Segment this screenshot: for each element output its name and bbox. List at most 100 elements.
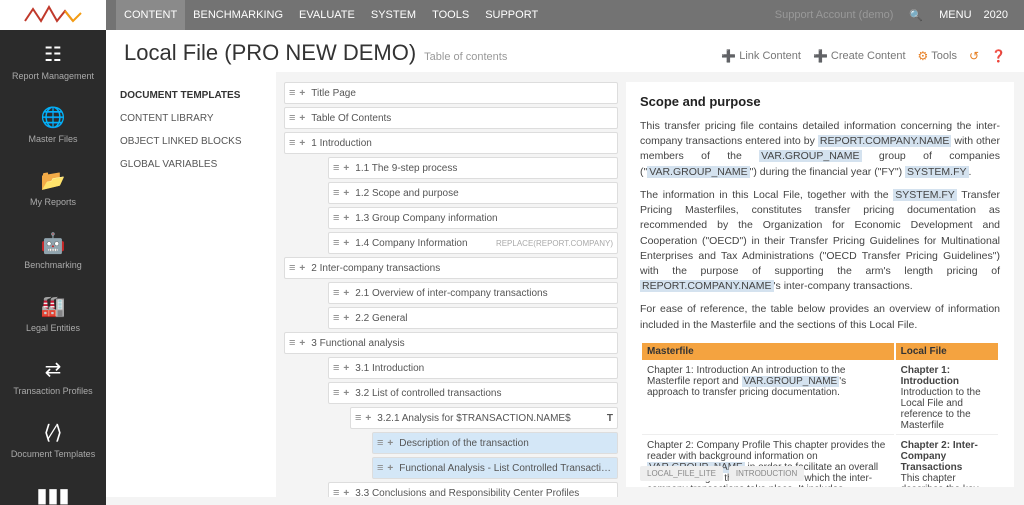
drag-handle-icon[interactable]: ≡ (289, 112, 295, 124)
tree-row[interactable]: ≡+3.2.1 Analysis for $TRANSACTION.NAME$T (350, 407, 618, 429)
tree-row[interactable]: ≡+Functional Analysis - List Controlled … (372, 457, 618, 479)
tree-row[interactable]: ≡ +2.1 Overview of inter-company transact… (328, 282, 618, 304)
tree-row[interactable]: ≡+2.2 General (328, 307, 618, 329)
page-subtitle: Table of contents (424, 51, 507, 63)
sidebar-item-document-templates[interactable]: ⟨∕⟩Document Templates (0, 408, 106, 471)
tree-row[interactable]: ≡+3.1 Introduction (328, 357, 618, 379)
sidebar-item-legal-entities[interactable]: 🏭Legal Entities (0, 282, 106, 345)
drag-handle-icon[interactable]: ≡ (333, 362, 339, 374)
drag-handle-icon[interactable]: ≡ (377, 462, 383, 474)
sidebar-item-master-files[interactable]: 🌐Master Files (0, 93, 106, 156)
tree-row[interactable]: ≡ +1.2 Scope and purpose (328, 182, 618, 204)
nav-evaluate[interactable]: EVALUATE (291, 0, 363, 30)
drag-handle-icon[interactable]: ≡ (289, 337, 295, 349)
leftnav-content-library[interactable]: CONTENT LIBRARY (120, 107, 262, 130)
sidebar-item-last[interactable]: ▮▮▮ (0, 471, 106, 505)
drag-handle-icon[interactable]: ≡ (289, 137, 295, 149)
expand-icon[interactable]: + (343, 188, 349, 199)
page-title: Local File (PRO NEW DEMO) (124, 40, 416, 66)
page-actions: ➕Link Content ➕Create Content ⚙Tools ↺ ❓ (721, 49, 1006, 63)
tree-row[interactable]: ≡+Table Of Contents (284, 107, 618, 129)
drag-handle-icon[interactable]: ≡ (333, 187, 339, 199)
nav-tools[interactable]: TOOLS (424, 0, 477, 30)
tree-row[interactable]: ≡ +3 Functional analysis (284, 332, 618, 354)
expand-icon[interactable]: + (343, 238, 349, 249)
tag[interactable]: LOCAL_FILE_LITE (640, 466, 723, 481)
expand-icon[interactable]: + (365, 413, 371, 424)
tree-label: 2.1 Overview of inter-company transactio… (355, 288, 613, 299)
nav-support[interactable]: SUPPORT (477, 0, 546, 30)
tree-label: 1.2 Scope and purpose (355, 188, 613, 199)
year-label[interactable]: 2020 (978, 9, 1014, 21)
leftnav-doc-templates[interactable]: DOCUMENT TEMPLATES (120, 84, 262, 107)
expand-icon[interactable]: + (343, 288, 349, 299)
drag-handle-icon[interactable]: ≡ (333, 287, 339, 299)
nav-benchmarking[interactable]: BENCHMARKING (185, 0, 291, 30)
expand-icon[interactable]: + (343, 163, 349, 174)
gear-icon: ⚙ (918, 49, 929, 63)
tree-row[interactable]: ≡+1.4 Company InformationREPLACE(REPORT.… (328, 232, 618, 254)
expand-icon[interactable]: + (299, 263, 305, 274)
action-create-content[interactable]: ➕Create Content (813, 49, 906, 63)
expand-icon[interactable]: + (299, 338, 305, 349)
tree-row[interactable]: ≡ +2 Inter-company transactions (284, 257, 618, 279)
expand-icon[interactable]: + (343, 313, 349, 324)
expand-icon[interactable]: + (343, 213, 349, 224)
t-badge: T (607, 413, 613, 424)
help-icon: ❓ (991, 49, 1006, 63)
drag-handle-icon[interactable]: ≡ (333, 162, 339, 174)
menu-link[interactable]: MENU (933, 9, 977, 21)
th-localfile: Local File (896, 343, 998, 360)
expand-icon[interactable]: + (299, 138, 305, 149)
drag-handle-icon[interactable]: ≡ (377, 437, 383, 449)
leftnav-object-linked-blocks[interactable]: OBJECT LINKED BLOCKS (120, 130, 262, 153)
leftnav-global-variables[interactable]: GLOBAL VARIABLES (120, 153, 262, 176)
tree-row[interactable]: ≡+1 Introduction (284, 132, 618, 154)
tree-row[interactable]: ≡+Title Page (284, 82, 618, 104)
tag[interactable]: INTRODUCTION (729, 466, 804, 481)
tree-row[interactable]: ≡+Description of the transaction (372, 432, 618, 454)
drag-handle-icon[interactable]: ≡ (333, 487, 339, 497)
drag-handle-icon[interactable]: ≡ (289, 262, 295, 274)
tree-label: 3 Functional analysis (311, 338, 613, 349)
drag-handle-icon[interactable]: ≡ (333, 237, 339, 249)
bar-chart-icon: ▮▮▮ (36, 483, 69, 505)
history-icon: ↺ (969, 49, 979, 63)
sidebar-item-benchmarking[interactable]: 🤖Benchmarking (0, 219, 106, 282)
list-icon: ☷ (44, 42, 62, 67)
table-row: Chapter 1: Introduction An introduction … (642, 362, 998, 435)
tags: LOCAL_FILE_LITE INTRODUCTION (640, 466, 804, 481)
drag-handle-icon[interactable]: ≡ (333, 387, 339, 399)
tree-row[interactable]: ≡+1.1 The 9-step process (328, 157, 618, 179)
sidebar-item-my-reports[interactable]: 📂My Reports (0, 156, 106, 219)
sidebar-item-report-management[interactable]: ☷Report Management (0, 30, 106, 93)
nav-content[interactable]: CONTENT (116, 0, 185, 30)
expand-icon[interactable]: + (387, 438, 393, 449)
action-link-content[interactable]: ➕Link Content (721, 49, 801, 63)
sidebar-item-transaction-profiles[interactable]: ⇄Transaction Profiles (0, 345, 106, 408)
expand-icon[interactable]: + (387, 463, 393, 474)
action-history[interactable]: ↺ (969, 49, 979, 63)
drag-handle-icon[interactable]: ≡ (289, 87, 295, 99)
tree-row[interactable]: ≡+3.2 List of controlled transactions (328, 382, 618, 404)
tree-row[interactable]: ≡+3.3 Conclusions and Responsibility Cen… (328, 482, 618, 497)
tree-row[interactable]: ≡+1.3 Group Company information (328, 207, 618, 229)
globe-icon: 🌐 (41, 105, 66, 130)
drag-handle-icon[interactable]: ≡ (355, 412, 361, 424)
expand-icon[interactable]: + (343, 388, 349, 399)
tree-label: 1.4 Company Information (355, 238, 490, 249)
action-help[interactable]: ❓ (991, 49, 1006, 63)
topbar: CONTENT BENCHMARKING EVALUATE SYSTEM TOO… (106, 0, 1024, 30)
drag-handle-icon[interactable]: ≡ (333, 312, 339, 324)
tree-label: 2 Inter-company transactions (311, 263, 613, 274)
nav-system[interactable]: SYSTEM (363, 0, 424, 30)
plus-icon: ➕ (721, 49, 736, 63)
expand-icon[interactable]: + (343, 363, 349, 374)
expand-icon[interactable]: + (299, 113, 305, 124)
expand-icon[interactable]: + (299, 88, 305, 99)
action-tools[interactable]: ⚙Tools (918, 49, 957, 63)
drag-handle-icon[interactable]: ≡ (333, 212, 339, 224)
expand-icon[interactable]: + (343, 488, 349, 498)
detail-para-1: This transfer pricing file contains deta… (640, 119, 1000, 180)
search-icon[interactable]: 🔍 (903, 9, 929, 22)
